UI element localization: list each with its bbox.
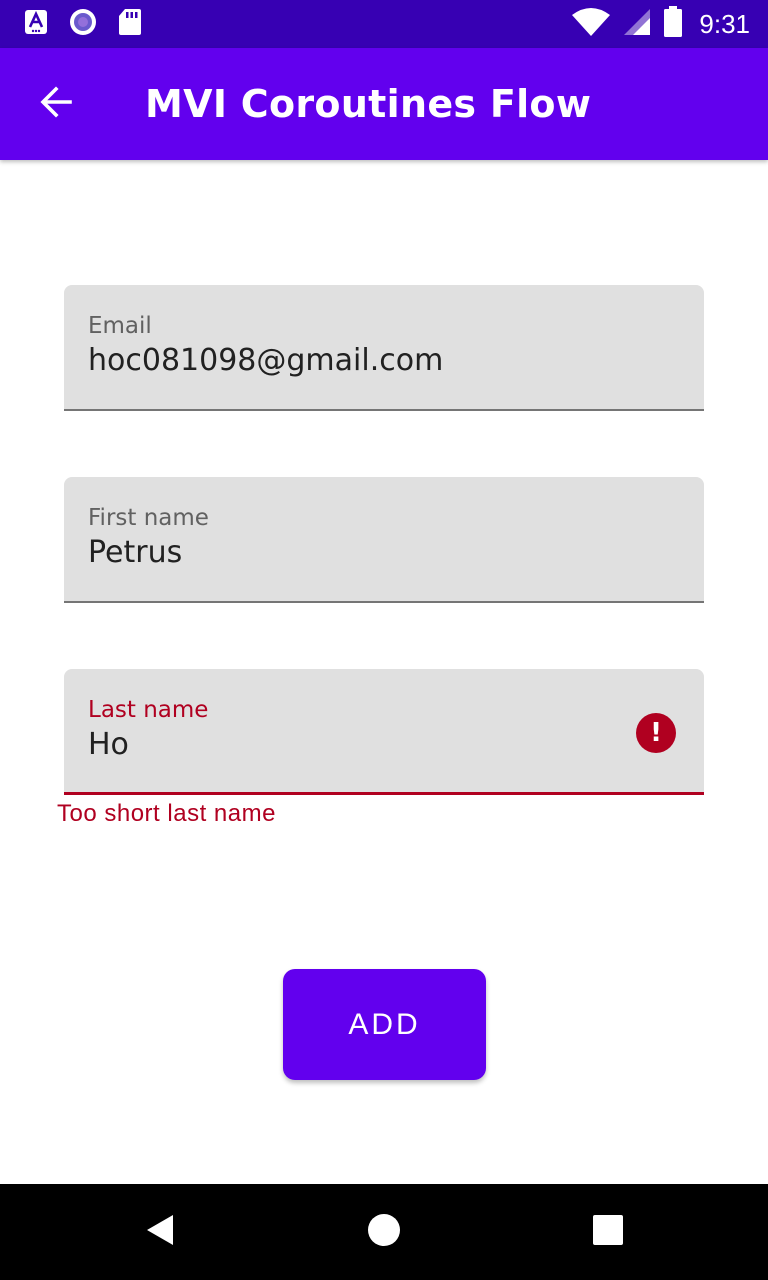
- last-name-label: Last name: [88, 697, 209, 723]
- email-input[interactable]: [88, 343, 648, 378]
- back-triangle-icon: [143, 1213, 177, 1252]
- error-icon: !: [636, 713, 676, 753]
- back-button[interactable]: [28, 76, 84, 132]
- record-icon: [68, 7, 98, 42]
- navigation-bar: [0, 1184, 768, 1280]
- first-name-label: First name: [88, 505, 209, 531]
- signal-icon: [623, 8, 651, 41]
- status-right-icons: 9:31: [571, 5, 750, 43]
- status-left-icons: [24, 8, 142, 41]
- status-time: 9:31: [699, 8, 750, 39]
- accessibility-icon: [24, 9, 48, 40]
- first-name-input[interactable]: [88, 535, 648, 570]
- email-label: Email: [88, 313, 152, 339]
- email-field[interactable]: Email: [64, 285, 704, 411]
- nav-recents-button[interactable]: [580, 1204, 636, 1260]
- status-bar: 9:31: [0, 0, 768, 48]
- recents-square-icon: [592, 1214, 624, 1251]
- arrow-back-icon: [38, 84, 74, 125]
- wifi-icon: [571, 7, 611, 42]
- last-name-error-message: Too short last name: [57, 800, 276, 827]
- add-button[interactable]: ADD: [283, 969, 486, 1080]
- last-name-input[interactable]: [88, 727, 648, 762]
- last-name-field[interactable]: Last name !: [64, 669, 704, 795]
- nav-back-button[interactable]: [132, 1204, 188, 1260]
- sd-card-icon: [118, 8, 142, 41]
- app-bar: MVI Coroutines Flow: [0, 48, 768, 160]
- first-name-field[interactable]: First name: [64, 477, 704, 603]
- battery-icon: [663, 5, 683, 43]
- home-circle-icon: [367, 1213, 401, 1252]
- nav-home-button[interactable]: [356, 1204, 412, 1260]
- page-title: MVI Coroutines Flow: [145, 82, 592, 126]
